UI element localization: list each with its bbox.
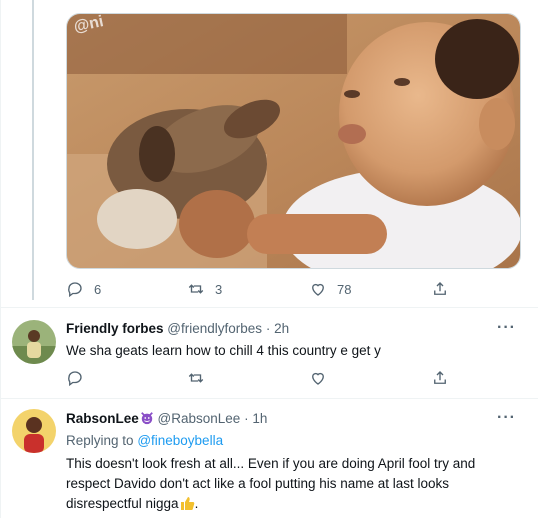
- reply-icon: [68, 371, 82, 387]
- avatar[interactable]: [12, 409, 56, 453]
- avatar-image: [12, 409, 56, 453]
- thread-connector-line: [32, 0, 34, 300]
- display-name[interactable]: RabsonLee: [66, 411, 139, 426]
- separator-dot: ·: [244, 411, 249, 426]
- retweet-icon: [188, 373, 204, 383]
- timestamp[interactable]: 1h: [252, 411, 267, 426]
- tweet-media-image[interactable]: @ni: [66, 13, 521, 269]
- heart-icon: [312, 372, 324, 385]
- tweet-text: We sha geats learn how to chill 4 this c…: [66, 343, 381, 358]
- replying-to-link[interactable]: @fineboybella: [137, 433, 223, 448]
- reply-tweet-rabsonlee[interactable]: RabsonLee @RabsonLee · 1h ··· Replying t…: [0, 399, 538, 518]
- tweet-header: RabsonLee @RabsonLee · 1h: [66, 411, 267, 426]
- baby-puppy-photo: @ni: [67, 14, 520, 268]
- timestamp[interactable]: 2h: [274, 321, 289, 336]
- retweet-count: 3: [215, 281, 223, 297]
- retweet-button[interactable]: 3: [187, 280, 222, 298]
- tweet-text-line: This doesn't look fresh at all... Even i…: [66, 456, 476, 471]
- retweet-icon: [188, 284, 204, 294]
- separator-dot: ·: [265, 321, 271, 336]
- like-button[interactable]: 78: [309, 280, 351, 298]
- avatar[interactable]: [12, 320, 56, 364]
- smiling-devil-icon: [140, 412, 153, 425]
- tweet-text-line: disrespectful nigga: [66, 496, 179, 511]
- heart-icon: [312, 283, 324, 296]
- replying-to-line: Replying to @fineboybella: [66, 433, 223, 448]
- display-name[interactable]: Friendly forbes: [66, 321, 164, 336]
- tweet-text-line-last: disrespectful nigga.: [66, 496, 199, 511]
- share-button[interactable]: [431, 369, 449, 387]
- retweet-button[interactable]: [187, 369, 205, 387]
- avatar-image: [12, 320, 56, 364]
- reply-button[interactable]: 6: [66, 280, 101, 298]
- share-icon: [434, 282, 446, 295]
- tweet-text: This doesn't look fresh at all... Even i…: [66, 454, 475, 514]
- thumbs-up-icon: [180, 497, 194, 510]
- reply-count: 6: [94, 281, 102, 297]
- user-handle[interactable]: @RabsonLee: [158, 411, 241, 426]
- share-button[interactable]: [431, 280, 449, 298]
- tweet-header: Friendly forbes @friendlyforbes · 2h: [66, 321, 289, 336]
- user-handle[interactable]: @friendlyforbes: [167, 321, 262, 336]
- reply-icon: [68, 282, 82, 298]
- like-count: 78: [337, 281, 352, 297]
- reply-button[interactable]: [66, 369, 84, 387]
- more-options-icon[interactable]: ···: [497, 409, 516, 427]
- tweet-text-line: respect Davido don't act like a fool put…: [66, 476, 450, 491]
- replying-prefix: Replying to: [66, 433, 134, 448]
- reply-tweet-friendlyforbes[interactable]: Friendly forbes @friendlyforbes · 2h ···…: [0, 308, 538, 398]
- share-icon: [434, 371, 446, 384]
- more-options-icon[interactable]: ···: [497, 319, 516, 337]
- like-button[interactable]: [309, 369, 327, 387]
